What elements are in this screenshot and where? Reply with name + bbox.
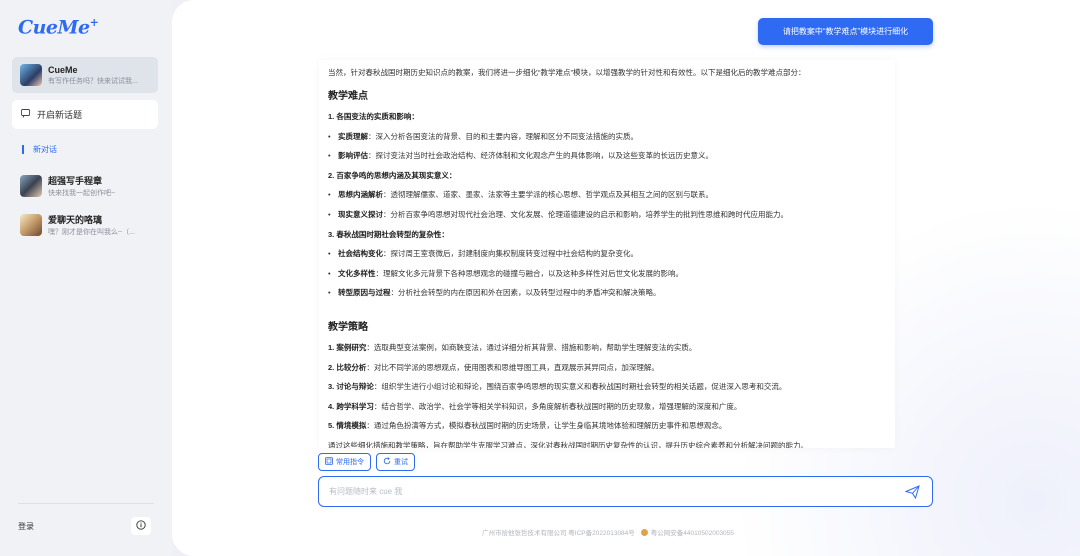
send-icon[interactable]: [902, 482, 922, 502]
assistant-answer: 当然，针对春秋战国时期历史知识点的教案，我们将进一步细化“教学难点”模块，以增强…: [319, 60, 895, 448]
bullet-icon: •: [328, 190, 331, 200]
difficulty-point: • 现实意义探讨：分析百家争鸣思想对现代社会治理、文化发展、伦理道德建设的启示和影…: [328, 209, 885, 229]
point-title: 2. 百家争鸣的思想内涵及其现实意义：: [328, 170, 457, 180]
strategy-item: 1. 案例研究：选取典型变法案例，如商鞅变法，通过详细分析其背景、措施和影响，帮…: [328, 342, 885, 362]
strategy-item: 3. 讨论与辩论：组织学生进行小组讨论和辩论，围绕百家争鸣思想的现实意义和春秋战…: [328, 381, 885, 401]
strategy-title: 1. 案例研究: [328, 342, 367, 352]
strategy-text: ：结合哲学、政治学、社会学等相关学科知识，多角度解析春秋战国时期的历史现象，增强…: [373, 401, 742, 411]
main-panel: 请把教案中“教学难点”模块进行细化 当然，针对春秋战国时期历史知识点的教案，我们…: [172, 0, 1080, 556]
strategy-title: 5. 情境模拟: [328, 421, 367, 431]
difficulty-point: • 社会结构变化：探讨周王室衰微后，封建制度向集权制度转变过程中社会结构的复杂变化…: [328, 248, 885, 268]
chat-input[interactable]: [329, 487, 902, 496]
history-item-name: 爱聊天的咯璃: [48, 215, 103, 225]
divider: [18, 503, 154, 504]
avatar: [20, 214, 42, 236]
chat-input-box: [318, 476, 933, 507]
point-text: ：探讨变法对当时社会政治结构、经济体制和文化观念产生的具体影响，以及这些变革的长…: [368, 151, 713, 161]
strategy-title: 4. 跨学科学习: [328, 401, 374, 411]
strategy-text: ：对比不同学派的思想观点，使用图表和思维导图工具，直观展示其异同点，加深理解。: [366, 362, 659, 372]
active-indicator: [22, 145, 24, 154]
section-heading: 教学策略: [328, 321, 368, 333]
point-title: 文化多样性: [338, 268, 376, 278]
difficulty-point: • 思想内涵解析：透彻理解儒家、道家、墨家、法家等主要学派的核心思想、哲学观点及其…: [328, 189, 885, 209]
point-text: ：探讨周王室衰微后，封建制度向集权制度转变过程中社会结构的复杂变化。: [383, 249, 638, 259]
strategy-title: 3. 讨论与辩论: [328, 382, 374, 392]
icp-text[interactable]: 广州市拾他张哲技术有限公司 粤ICP备2022013084号: [482, 527, 635, 537]
bullet-icon: •: [328, 268, 331, 278]
strategy-item: 4. 跨学科学习：结合哲学、政治学、社会学等相关学科知识，多角度解析春秋战国时期…: [328, 401, 885, 421]
point-text: ：分析社会转型的内在原因和外在因素，以及转型过程中的矛盾冲突和解决策略。: [390, 288, 661, 298]
strategy-text: ：选取典型变法案例，如商鞅变法，通过详细分析其背景、措施和影响，帮助学生理解变法…: [366, 342, 697, 352]
bot-subtitle: 有写作任务吗？快来试试我...: [48, 77, 138, 85]
point-text: ：理解文化多元背景下各种思想观念的碰撞与融合，以及这种多样性对后世文化发展的影响…: [375, 268, 684, 278]
retry-button[interactable]: 重试: [376, 453, 415, 471]
avatar: [20, 175, 42, 197]
new-topic-label: 开启新话题: [37, 110, 83, 120]
history-item[interactable]: 爱聊天的咯璃 嘿？刚才是你在叫我么~（...: [12, 211, 158, 239]
point-title: 社会结构变化: [338, 249, 383, 259]
bot-card-cueme[interactable]: CueMe 有写作任务吗？快来试试我...: [12, 57, 158, 93]
logo-text: CueMe: [18, 16, 90, 39]
strategy-item: 2. 比较分析：对比不同学派的思想观点，使用图表和思维导图工具，直观展示其异同点…: [328, 362, 885, 382]
chat-plus-icon: [21, 109, 30, 120]
cueme-logo[interactable]: CueMe+: [18, 16, 99, 39]
bullet-icon: •: [328, 249, 331, 259]
bullet-icon: •: [328, 131, 331, 141]
history-item[interactable]: 超强写手程章 快来找我一起创作吧~: [12, 172, 158, 200]
difficulty-point: • 影响评估：探讨变法对当时社会政治结构、经济体制和文化观念产生的具体影响，以及这…: [328, 150, 885, 170]
difficulty-point: • 实质理解：深入分析各国变法的背景、目的和主要内容，理解和区分不同变法措施的实质…: [328, 131, 885, 151]
difficulty-heading: 2. 百家争鸣的思想内涵及其现实意义：: [328, 170, 885, 190]
section-heading: 教学难点: [328, 91, 368, 102]
point-title: 思想内涵解析: [338, 190, 383, 200]
info-button[interactable]: [131, 517, 151, 535]
answer-summary: 通过这些细化措施和教学策略，旨在帮助学生克服学习难点，深化对春秋战国时期历史复杂…: [328, 440, 808, 448]
strategy-text: ：通过角色扮演等方式，模拟春秋战国时期的历史场景，让学生身临其境地体验和理解历史…: [366, 421, 727, 431]
user-message: 请把教案中“教学难点”模块进行细化: [758, 18, 933, 45]
retry-label: 重试: [394, 459, 408, 466]
difficulty-point: • 文化多样性：理解文化多元背景下各种思想观念的碰撞与融合，以及这种多样性对后世文…: [328, 268, 885, 288]
bullet-icon: •: [328, 288, 331, 298]
difficulty-heading: 1. 各国变法的实质和影响：: [328, 111, 885, 131]
strategy-item: 5. 情境模拟：通过角色扮演等方式，模拟春秋战国时期的历史场景，让学生身临其境地…: [328, 420, 885, 440]
point-title: 3. 春秋战国时期社会转型的复杂性：: [328, 229, 449, 239]
strategy-list: 1. 案例研究：选取典型变法案例，如商鞅变法，通过详细分析其背景、措施和影响，帮…: [328, 342, 885, 440]
history-item-subtitle: 嘿？刚才是你在叫我么~（...: [48, 229, 135, 236]
command-icon: [325, 457, 333, 467]
answer-intro: 当然，针对春秋战国时期历史知识点的教案，我们将进一步细化“教学难点”模块，以增强…: [328, 68, 806, 77]
police-badge-icon: [640, 528, 648, 536]
answer-actions: 常用指令 重试: [318, 453, 420, 471]
site-footer: 广州市拾他张哲技术有限公司 粤ICP备2022013084号 粤公网安备4401…: [482, 527, 734, 537]
bullet-icon: •: [328, 209, 331, 219]
point-title: 转型原因与过程: [338, 288, 391, 298]
point-text: ：深入分析各国变法的背景、目的和主要内容，理解和区分不同变法措施的实质。: [368, 131, 638, 141]
login-link[interactable]: 登录: [18, 521, 34, 532]
difficulty-point: • 转型原因与过程：分析社会转型的内在原因和外在因素，以及转型过程中的矛盾冲突和解…: [328, 287, 885, 307]
strategy-title: 2. 比较分析: [328, 362, 367, 372]
new-topic-button[interactable]: 开启新话题: [12, 100, 158, 129]
logo-mark: +: [89, 16, 99, 29]
avatar: [20, 64, 42, 86]
sidebar: CueMe+ CueMe 有写作任务吗？快来试试我... 开启新话题 新对话 超…: [0, 0, 172, 556]
point-title: 1. 各国变法的实质和影响：: [328, 112, 419, 121]
strategy-text: ：组织学生进行小组讨论和辩论，围绕百家争鸣思想的现实意义和春秋战国时期社会转型的…: [373, 382, 787, 392]
refresh-icon: [383, 457, 391, 467]
point-title: 影响评估: [338, 151, 368, 161]
common-commands-button[interactable]: 常用指令: [318, 453, 371, 471]
info-icon: [136, 520, 146, 532]
history-item-subtitle: 快来找我一起创作吧~: [48, 190, 116, 197]
point-title: 实质理解: [338, 131, 368, 141]
conversation-label: 新对话: [33, 145, 57, 154]
current-conversation-item[interactable]: 新对话: [22, 144, 57, 155]
difficulty-heading: 3. 春秋战国时期社会转型的复杂性：: [328, 229, 885, 249]
point-text: ：分析百家争鸣思想对现代社会治理、文化发展、伦理道德建设的启示和影响，培养学生的…: [383, 209, 788, 219]
point-text: ：透彻理解儒家、道家、墨家、法家等主要学派的核心思想、哲学观点及其相互之间的区别…: [383, 190, 713, 200]
bullet-icon: •: [328, 151, 331, 161]
point-title: 现实意义探讨: [338, 209, 383, 219]
common-commands-label: 常用指令: [336, 459, 364, 466]
difficulty-list: 1. 各国变法的实质和影响： • 实质理解：深入分析各国变法的背景、目的和主要内容，…: [328, 111, 885, 307]
history-item-name: 超强写手程章: [48, 176, 103, 186]
bot-name: CueMe: [48, 64, 78, 75]
police-text[interactable]: 粤公网安备44010502003055: [651, 527, 734, 537]
